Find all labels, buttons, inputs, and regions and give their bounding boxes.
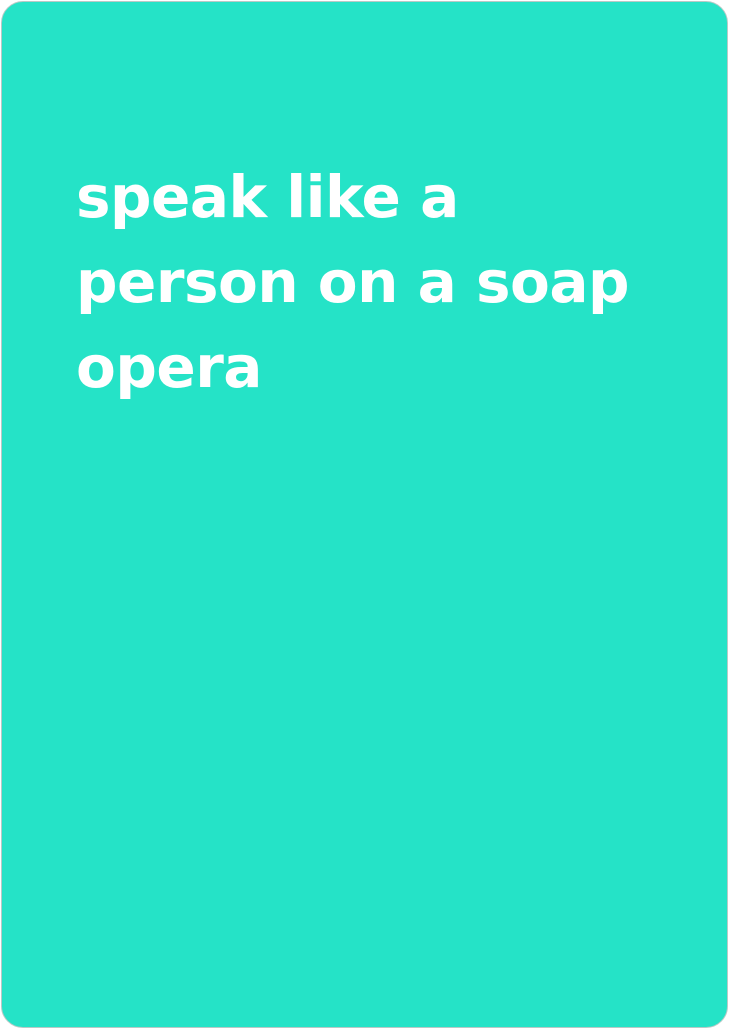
card-prompt-text: speak like a person on a soap opera xyxy=(76,163,630,401)
prompt-card: speak like a person on a soap opera xyxy=(1,1,728,1028)
